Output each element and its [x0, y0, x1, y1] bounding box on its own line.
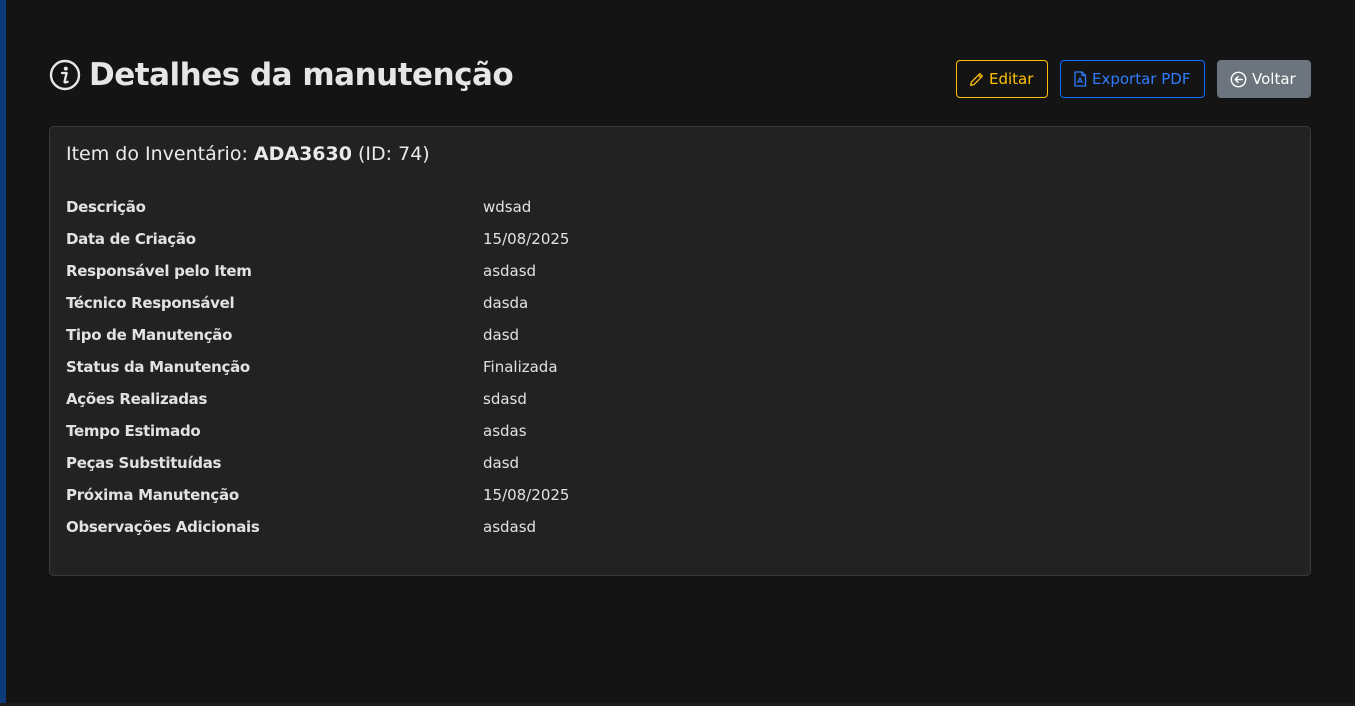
- detail-row-descricao: Descrição wdsad: [66, 191, 1296, 223]
- detail-row-tipo: Tipo de Manutenção dasd: [66, 319, 1296, 351]
- item-id: (ID: 74): [358, 143, 430, 165]
- detail-label: Descrição: [66, 198, 146, 216]
- detail-value: dasd: [483, 326, 520, 344]
- detail-value: asdasd: [483, 518, 537, 536]
- left-accent-bar: [0, 0, 6, 706]
- details-list: Descrição wdsad Data de Criação 15/08/20…: [66, 191, 1296, 543]
- detail-row-status: Status da Manutenção Finalizada: [66, 351, 1296, 383]
- arrow-left-circle-icon: [1230, 71, 1247, 87]
- detail-row-tempo: Tempo Estimado asdas: [66, 415, 1296, 447]
- back-button-label: Voltar: [1252, 70, 1296, 88]
- maintenance-details-card: Item do Inventário: ADA3630 (ID: 74) Des…: [49, 126, 1311, 576]
- detail-value: 15/08/2025: [483, 486, 570, 504]
- item-code: ADA3630: [253, 143, 352, 165]
- file-pdf-icon: [1074, 71, 1087, 87]
- detail-label: Data de Criação: [66, 230, 196, 248]
- detail-label: Ações Realizadas: [66, 390, 208, 408]
- detail-row-acoes: Ações Realizadas sdasd: [66, 383, 1296, 415]
- detail-value: wdsad: [483, 198, 532, 216]
- detail-label: Responsável pelo Item: [66, 262, 252, 280]
- detail-label: Tipo de Manutenção: [66, 326, 233, 344]
- detail-row-responsavel: Responsável pelo Item asdasd: [66, 255, 1296, 287]
- detail-label: Técnico Responsável: [66, 294, 235, 312]
- detail-value: dasda: [483, 294, 529, 312]
- export-pdf-button-label: Exportar PDF: [1092, 70, 1191, 88]
- detail-row-tecnico: Técnico Responsável dasda: [66, 287, 1296, 319]
- export-pdf-button[interactable]: Exportar PDF: [1060, 60, 1205, 98]
- detail-value: sdasd: [483, 390, 527, 408]
- page-header: Detalhes da manutenção Editar Exportar P…: [49, 54, 1311, 100]
- edit-button[interactable]: Editar: [956, 60, 1048, 98]
- detail-label: Próxima Manutenção: [66, 486, 239, 504]
- card-title: Item do Inventário: ADA3630 (ID: 74): [66, 143, 430, 165]
- detail-label: Observações Adicionais: [66, 518, 260, 536]
- detail-row-data-criacao: Data de Criação 15/08/2025: [66, 223, 1296, 255]
- detail-value: asdasd: [483, 262, 537, 280]
- title-wrap: Detalhes da manutenção: [49, 54, 514, 96]
- back-button[interactable]: Voltar: [1217, 60, 1311, 98]
- detail-value: dasd: [483, 454, 520, 472]
- detail-row-pecas: Peças Substituídas dasd: [66, 447, 1296, 479]
- detail-label: Status da Manutenção: [66, 358, 250, 376]
- card-title-prefix: Item do Inventário:: [66, 143, 248, 165]
- page-title: Detalhes da manutenção: [89, 57, 514, 93]
- header-actions: Editar Exportar PDF Voltar: [956, 60, 1311, 98]
- detail-label: Tempo Estimado: [66, 422, 201, 440]
- info-circle-icon: [49, 59, 81, 91]
- detail-value: 15/08/2025: [483, 230, 570, 248]
- detail-label: Peças Substituídas: [66, 454, 222, 472]
- edit-button-label: Editar: [989, 70, 1034, 88]
- detail-value: asdas: [483, 422, 527, 440]
- detail-row-observacoes: Observações Adicionais asdasd: [66, 511, 1296, 543]
- pencil-icon: [970, 72, 983, 86]
- detail-value: Finalizada: [483, 358, 558, 376]
- detail-row-proxima: Próxima Manutenção 15/08/2025: [66, 479, 1296, 511]
